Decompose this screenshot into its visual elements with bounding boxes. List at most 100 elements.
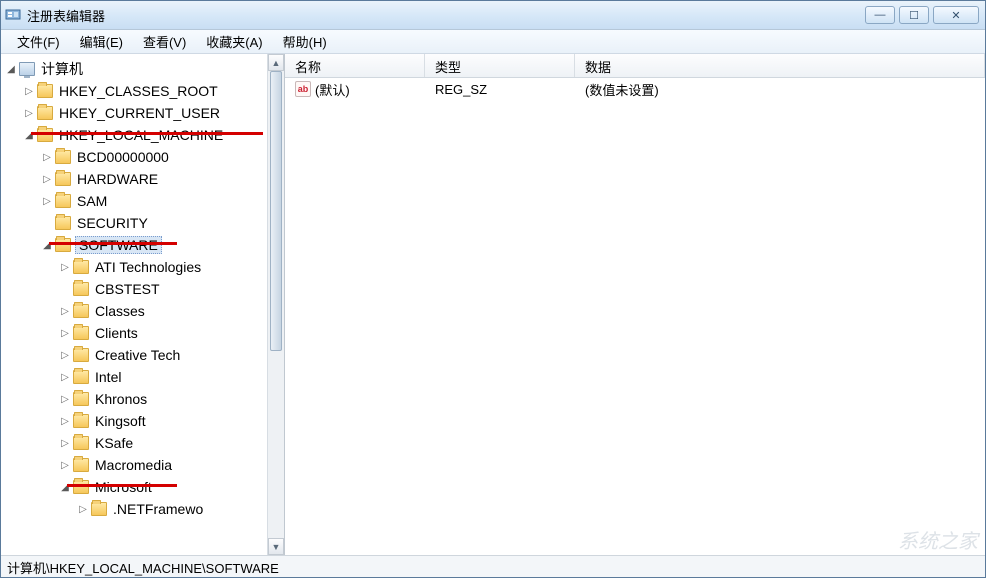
tree-node-hklm[interactable]: HKEY_LOCAL_MACHINE xyxy=(5,124,284,146)
folder-icon xyxy=(73,260,89,274)
tree-node-hkcr[interactable]: HKEY_CLASSES_ROOT xyxy=(5,80,284,102)
tree-node-clients[interactable]: Clients xyxy=(5,322,284,344)
expander-icon[interactable] xyxy=(59,305,71,317)
expander-icon[interactable] xyxy=(23,129,35,141)
node-label: Classes xyxy=(93,303,147,319)
menu-edit[interactable]: 编辑(E) xyxy=(70,30,133,53)
list-pane: 名称 类型 数据 ab (默认) REG_SZ (数值未设置) 系统之家 xyxy=(285,54,985,555)
tree-pane: 计算机 HKEY_CLASSES_ROOT HKEY_CURRENT_USER xyxy=(1,54,285,555)
node-label: HKEY_CLASSES_ROOT xyxy=(57,83,220,99)
menubar: 文件(F) 编辑(E) 查看(V) 收藏夹(A) 帮助(H) xyxy=(1,30,985,54)
list-body: ab (默认) REG_SZ (数值未设置) xyxy=(285,78,985,555)
folder-icon xyxy=(73,392,89,406)
annotation-underline xyxy=(49,242,177,245)
tree-node-intel[interactable]: Intel xyxy=(5,366,284,388)
menu-file[interactable]: 文件(F) xyxy=(7,30,70,53)
tree-node-bcd[interactable]: BCD00000000 xyxy=(5,146,284,168)
tree-scrollbar[interactable]: ▲ ▼ xyxy=(267,54,284,555)
tree-node-hkcu[interactable]: HKEY_CURRENT_USER xyxy=(5,102,284,124)
close-button[interactable]: ✕ xyxy=(933,6,979,24)
expander-icon[interactable] xyxy=(41,195,53,207)
value-name: (默认) xyxy=(315,80,350,99)
column-header-data[interactable]: 数据 xyxy=(575,54,985,77)
expander-icon[interactable] xyxy=(59,371,71,383)
tree-node-hardware[interactable]: HARDWARE xyxy=(5,168,284,190)
node-label: HARDWARE xyxy=(75,171,160,187)
column-header-name[interactable]: 名称 xyxy=(285,54,425,77)
node-label: Intel xyxy=(93,369,123,385)
tree-node-khronos[interactable]: Khronos xyxy=(5,388,284,410)
expander-icon[interactable] xyxy=(77,503,89,515)
node-label: KSafe xyxy=(93,435,135,451)
node-label: SOFTWARE xyxy=(75,236,162,254)
node-label: Macromedia xyxy=(93,457,174,473)
tree-node-sam[interactable]: SAM xyxy=(5,190,284,212)
tree-node-classes[interactable]: Classes xyxy=(5,300,284,322)
expander-icon[interactable] xyxy=(23,107,35,119)
tree-node-cbstest[interactable]: CBSTEST xyxy=(5,278,284,300)
node-label: BCD00000000 xyxy=(75,149,171,165)
maximize-button[interactable]: ☐ xyxy=(899,6,929,24)
menu-view[interactable]: 查看(V) xyxy=(133,30,196,53)
folder-icon xyxy=(55,238,71,252)
node-label: SAM xyxy=(75,193,109,209)
tree-node-computer[interactable]: 计算机 xyxy=(5,58,284,80)
expander-icon[interactable] xyxy=(59,261,71,273)
menu-favorites[interactable]: 收藏夹(A) xyxy=(196,30,272,53)
expander-icon[interactable] xyxy=(59,415,71,427)
folder-icon xyxy=(55,172,71,186)
tree-node-security[interactable]: SECURITY xyxy=(5,212,284,234)
folder-icon xyxy=(91,502,107,516)
node-label: CBSTEST xyxy=(93,281,162,297)
tree-node-software[interactable]: SOFTWARE xyxy=(5,234,284,256)
expander-icon[interactable] xyxy=(41,239,53,251)
scroll-track[interactable] xyxy=(268,71,284,538)
statusbar: 计算机\HKEY_LOCAL_MACHINE\SOFTWARE xyxy=(1,555,985,577)
node-label: Kingsoft xyxy=(93,413,148,429)
scroll-down-button[interactable]: ▼ xyxy=(268,538,284,555)
folder-icon xyxy=(73,458,89,472)
tree-node-kingsoft[interactable]: Kingsoft xyxy=(5,410,284,432)
node-label: Microsoft xyxy=(93,479,154,495)
app-icon xyxy=(5,7,21,23)
expander-icon[interactable] xyxy=(59,349,71,361)
menu-help[interactable]: 帮助(H) xyxy=(273,30,337,53)
expander-icon[interactable] xyxy=(41,173,53,185)
titlebar: 注册表编辑器 — ☐ ✕ xyxy=(1,1,985,30)
column-header-type[interactable]: 类型 xyxy=(425,54,575,77)
folder-icon xyxy=(73,326,89,340)
minimize-button[interactable]: — xyxy=(865,6,895,24)
scroll-thumb[interactable] xyxy=(270,71,282,351)
node-label: ATI Technologies xyxy=(93,259,203,275)
folder-icon xyxy=(37,84,53,98)
node-label: HKEY_CURRENT_USER xyxy=(57,105,222,121)
expander-icon[interactable] xyxy=(59,327,71,339)
tree-node-macromedia[interactable]: Macromedia xyxy=(5,454,284,476)
tree-node-creative[interactable]: Creative Tech xyxy=(5,344,284,366)
tree-node-netframework[interactable]: .NETFramewo xyxy=(5,498,284,520)
expander-icon[interactable] xyxy=(59,437,71,449)
node-label: 计算机 xyxy=(39,59,85,79)
list-row[interactable]: ab (默认) REG_SZ (数值未设置) xyxy=(285,78,985,100)
folder-icon xyxy=(55,150,71,164)
node-label: Creative Tech xyxy=(93,347,182,363)
tree-node-ksafe[interactable]: KSafe xyxy=(5,432,284,454)
scroll-up-button[interactable]: ▲ xyxy=(268,54,284,71)
expander-icon[interactable] xyxy=(59,481,71,493)
expander-icon[interactable] xyxy=(41,151,53,163)
node-label: Khronos xyxy=(93,391,149,407)
folder-icon xyxy=(73,436,89,450)
expander-icon[interactable] xyxy=(23,85,35,97)
window-title: 注册表编辑器 xyxy=(27,6,865,25)
value-data: (数值未设置) xyxy=(575,78,985,101)
folder-icon xyxy=(73,480,89,494)
tree-node-ati[interactable]: ATI Technologies xyxy=(5,256,284,278)
statusbar-path: 计算机\HKEY_LOCAL_MACHINE\SOFTWARE xyxy=(7,561,279,576)
value-type: REG_SZ xyxy=(425,80,575,99)
expander-icon[interactable] xyxy=(59,393,71,405)
expander-icon[interactable] xyxy=(59,459,71,471)
tree-node-microsoft[interactable]: Microsoft xyxy=(5,476,284,498)
expander-icon[interactable] xyxy=(5,63,17,75)
folder-icon xyxy=(55,194,71,208)
computer-icon xyxy=(19,62,35,76)
